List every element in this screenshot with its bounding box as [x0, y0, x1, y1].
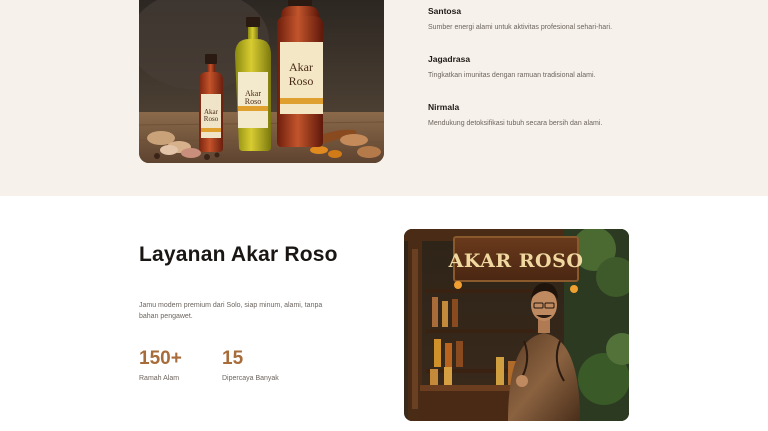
big-bottle-label-line1: Akar — [289, 60, 313, 74]
shop-owner-image: AKAR ROSO — [404, 229, 629, 421]
big-bottle-label-line2: Roso — [289, 74, 314, 88]
stat-label: Ramah Alam — [139, 375, 180, 382]
stat-item: 150+ Ramah Alam — [139, 348, 182, 382]
benefit-description: Mendukung detoksifikasi tubuh secara ber… — [428, 120, 603, 127]
benefit-item: Santosa Sumber energi alami untuk aktivi… — [428, 6, 613, 34]
benefit-title: Jagadrasa — [428, 54, 471, 64]
benefit-item: Jagadrasa Tingkatkan imunitas dengan ram… — [428, 54, 613, 82]
stat-label: Dipercaya Banyak — [222, 375, 279, 382]
service-title: Layanan Akar Roso — [139, 243, 338, 266]
benefit-description: Tingkatkan imunitas dengan ramuan tradis… — [428, 72, 596, 79]
benefit-item: Nirmala Mendukung detoksifikasi tubuh se… — [428, 102, 613, 130]
service-description: Jamu modern premium dari Solo, siap minu… — [139, 302, 323, 320]
small-bottle-label-line2: Roso — [204, 115, 219, 123]
benefits-section: Akar Akar Akar Roso Roso Roso Santosa Su… — [0, 0, 768, 196]
stat-value: 15 — [222, 348, 244, 369]
benefit-description: Sumber energi alami untuk aktivitas prof… — [428, 24, 613, 31]
benefit-title: Nirmala — [428, 102, 460, 112]
yellow-bottle-label-line2: Roso — [245, 97, 261, 106]
stat-item: 15 Dipercaya Banyak — [222, 348, 279, 382]
shop-sign-text: AKAR ROSO — [448, 250, 584, 272]
stat-value: 150+ — [139, 348, 182, 369]
benefit-title: Santosa — [428, 6, 462, 16]
product-bottles-image: Akar Akar Akar Roso Roso Roso — [139, 0, 384, 163]
